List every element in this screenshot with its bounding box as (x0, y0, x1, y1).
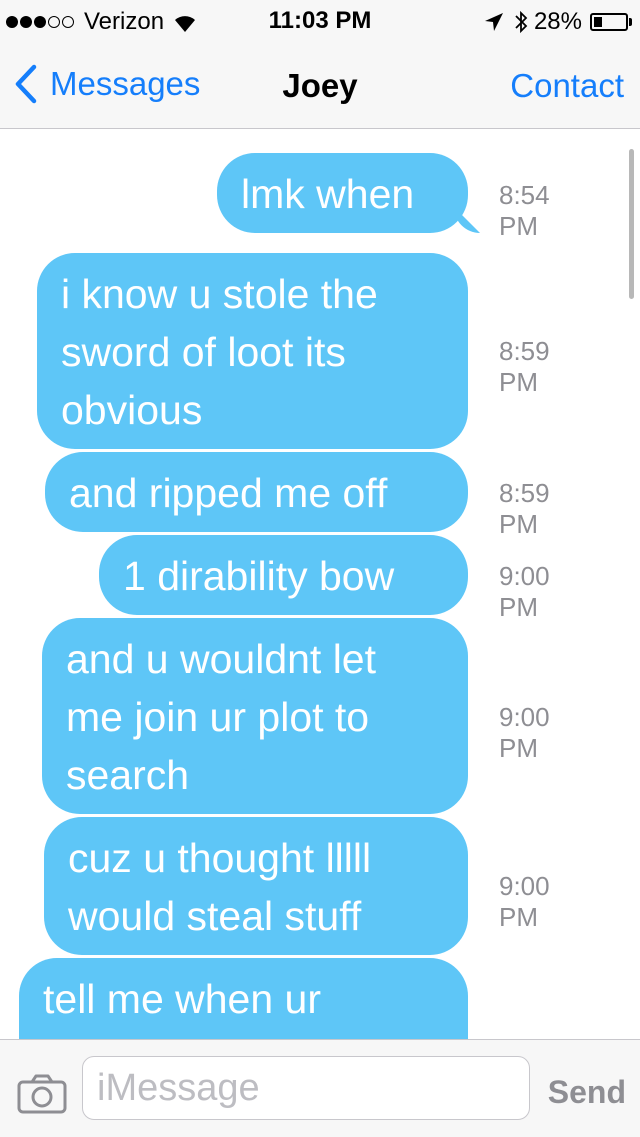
message-list[interactable]: lmk when 8:54 PM i know u stole the swor… (0, 129, 640, 1039)
message-bubble[interactable]: 1 dirability bow (99, 535, 468, 615)
location-arrow-icon (484, 13, 503, 31)
message-timestamp: 9:00 PM (499, 561, 550, 622)
message-input[interactable] (82, 1056, 530, 1120)
message-bubble[interactable]: and ripped me off (45, 452, 468, 532)
message-bubble[interactable]: and u wouldnt let me join ur plot to sea… (42, 618, 468, 814)
message-bubble[interactable]: tell me when ur (19, 958, 468, 1039)
message-timestamp: 8:54 PM (499, 180, 550, 241)
message-bubble[interactable]: i know u stole the sword of loot its obv… (37, 253, 468, 449)
send-button[interactable]: Send (548, 1074, 626, 1111)
message-timestamp: 8:59 PM (499, 336, 550, 397)
battery-percent: 28% (533, 8, 582, 35)
battery-fill (594, 17, 602, 27)
message-timestamp: 8:59 PM (499, 478, 550, 539)
message-timestamp: 9:00 PM (499, 871, 550, 932)
status-bar: Verizon 11:03 PM 28% (0, 0, 640, 40)
battery-icon (590, 13, 628, 31)
nav-bar: Messages Joey Contact (0, 40, 640, 129)
chevron-left-icon (15, 64, 37, 104)
back-button[interactable]: Messages (14, 64, 200, 104)
message-bubble[interactable]: lmk when (217, 153, 468, 233)
bluetooth-icon (515, 10, 528, 34)
scrollbar[interactable] (629, 149, 634, 299)
compose-bar: Send (0, 1039, 640, 1137)
battery-tip (629, 18, 632, 26)
message-timestamp: 9:00 PM (499, 702, 550, 763)
message-bubble[interactable]: cuz u thought lllll would steal stuff (44, 817, 468, 955)
camera-icon[interactable] (16, 1073, 68, 1115)
back-button-label: Messages (50, 65, 201, 102)
contact-button[interactable]: Contact (510, 67, 624, 105)
